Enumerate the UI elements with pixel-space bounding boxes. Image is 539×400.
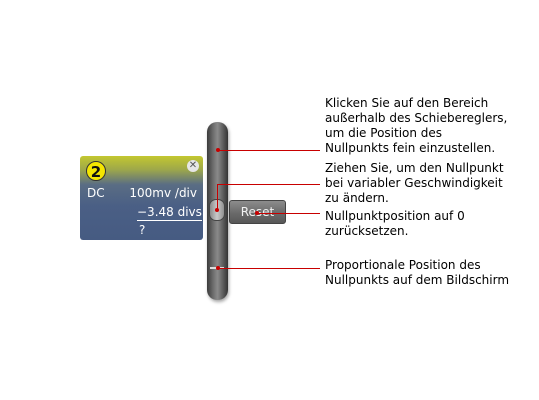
close-icon[interactable]: ✕: [187, 160, 199, 172]
leader-line-reset: [257, 213, 320, 214]
annotation-proportional-position: Proportionale Position des Nullpunkts au…: [325, 258, 510, 287]
help-overlay: 2 ✕ DC 100mv /div −3.48 divs ? Reset Kli…: [0, 0, 539, 400]
leader-dot-reset: [255, 211, 259, 215]
leader-dot-fine-adjust: [216, 148, 220, 152]
channel-panel[interactable]: 2 ✕ DC 100mv /div −3.48 divs ?: [80, 156, 203, 240]
channel-number-badge: 2: [86, 161, 106, 181]
leader-dot-drag-zero: [215, 208, 219, 212]
leader-dot-proportional: [216, 266, 220, 270]
annotation-fine-adjust: Klicken Sie auf den Bereich außerhalb de…: [325, 96, 508, 155]
leader-line-drag-zero-drop: [217, 184, 218, 210]
channel-vertical-scale[interactable]: 100mv /div: [129, 186, 197, 200]
leader-line-proportional: [218, 268, 320, 269]
channel-extra-setting[interactable]: ?: [139, 223, 145, 237]
channel-coupling[interactable]: DC: [87, 186, 105, 200]
channel-offset-value[interactable]: −3.48 divs: [137, 205, 202, 221]
leader-line-fine-adjust: [218, 150, 320, 151]
annotation-drag-zero: Ziehen Sie, um den Nullpunkt bei variabl…: [325, 161, 504, 205]
annotation-reset-zero: Nullpunktposition auf 0 zurücksetzen.: [325, 209, 465, 238]
leader-line-drag-zero: [218, 184, 320, 185]
